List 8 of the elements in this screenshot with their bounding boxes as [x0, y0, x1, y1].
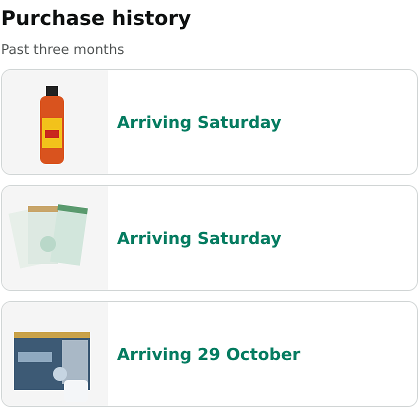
delivery-status: Arriving 29 October — [117, 344, 300, 364]
delivery-status: Arriving Saturday — [117, 112, 282, 132]
page-title: Purchase history — [1, 5, 192, 32]
order-card[interactable]: Arriving 29 October — [1, 301, 418, 407]
order-card[interactable]: Arriving Saturday — [1, 185, 418, 291]
order-card[interactable]: Arriving Saturday — [1, 69, 418, 175]
page-subtitle: Past three months — [1, 41, 126, 59]
delivery-status: Arriving Saturday — [117, 228, 282, 248]
